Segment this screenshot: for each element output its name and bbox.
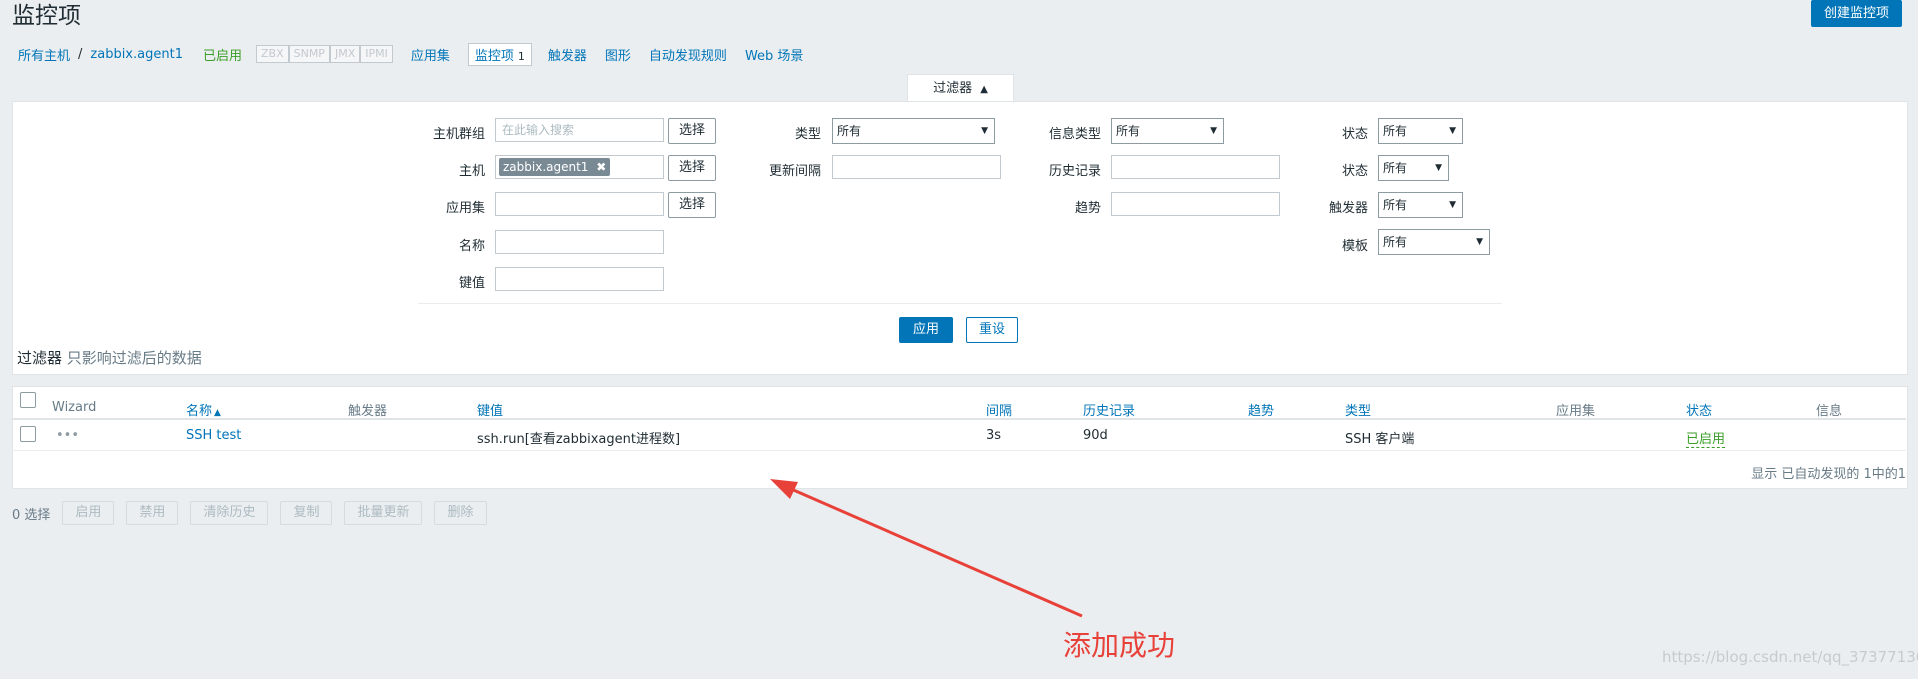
annotation-arrow [770,479,1083,618]
watermark: https://blog.csdn.net/qq_37377136 [1662,648,1918,666]
annotation-text: 添加成功 [1063,629,1176,662]
